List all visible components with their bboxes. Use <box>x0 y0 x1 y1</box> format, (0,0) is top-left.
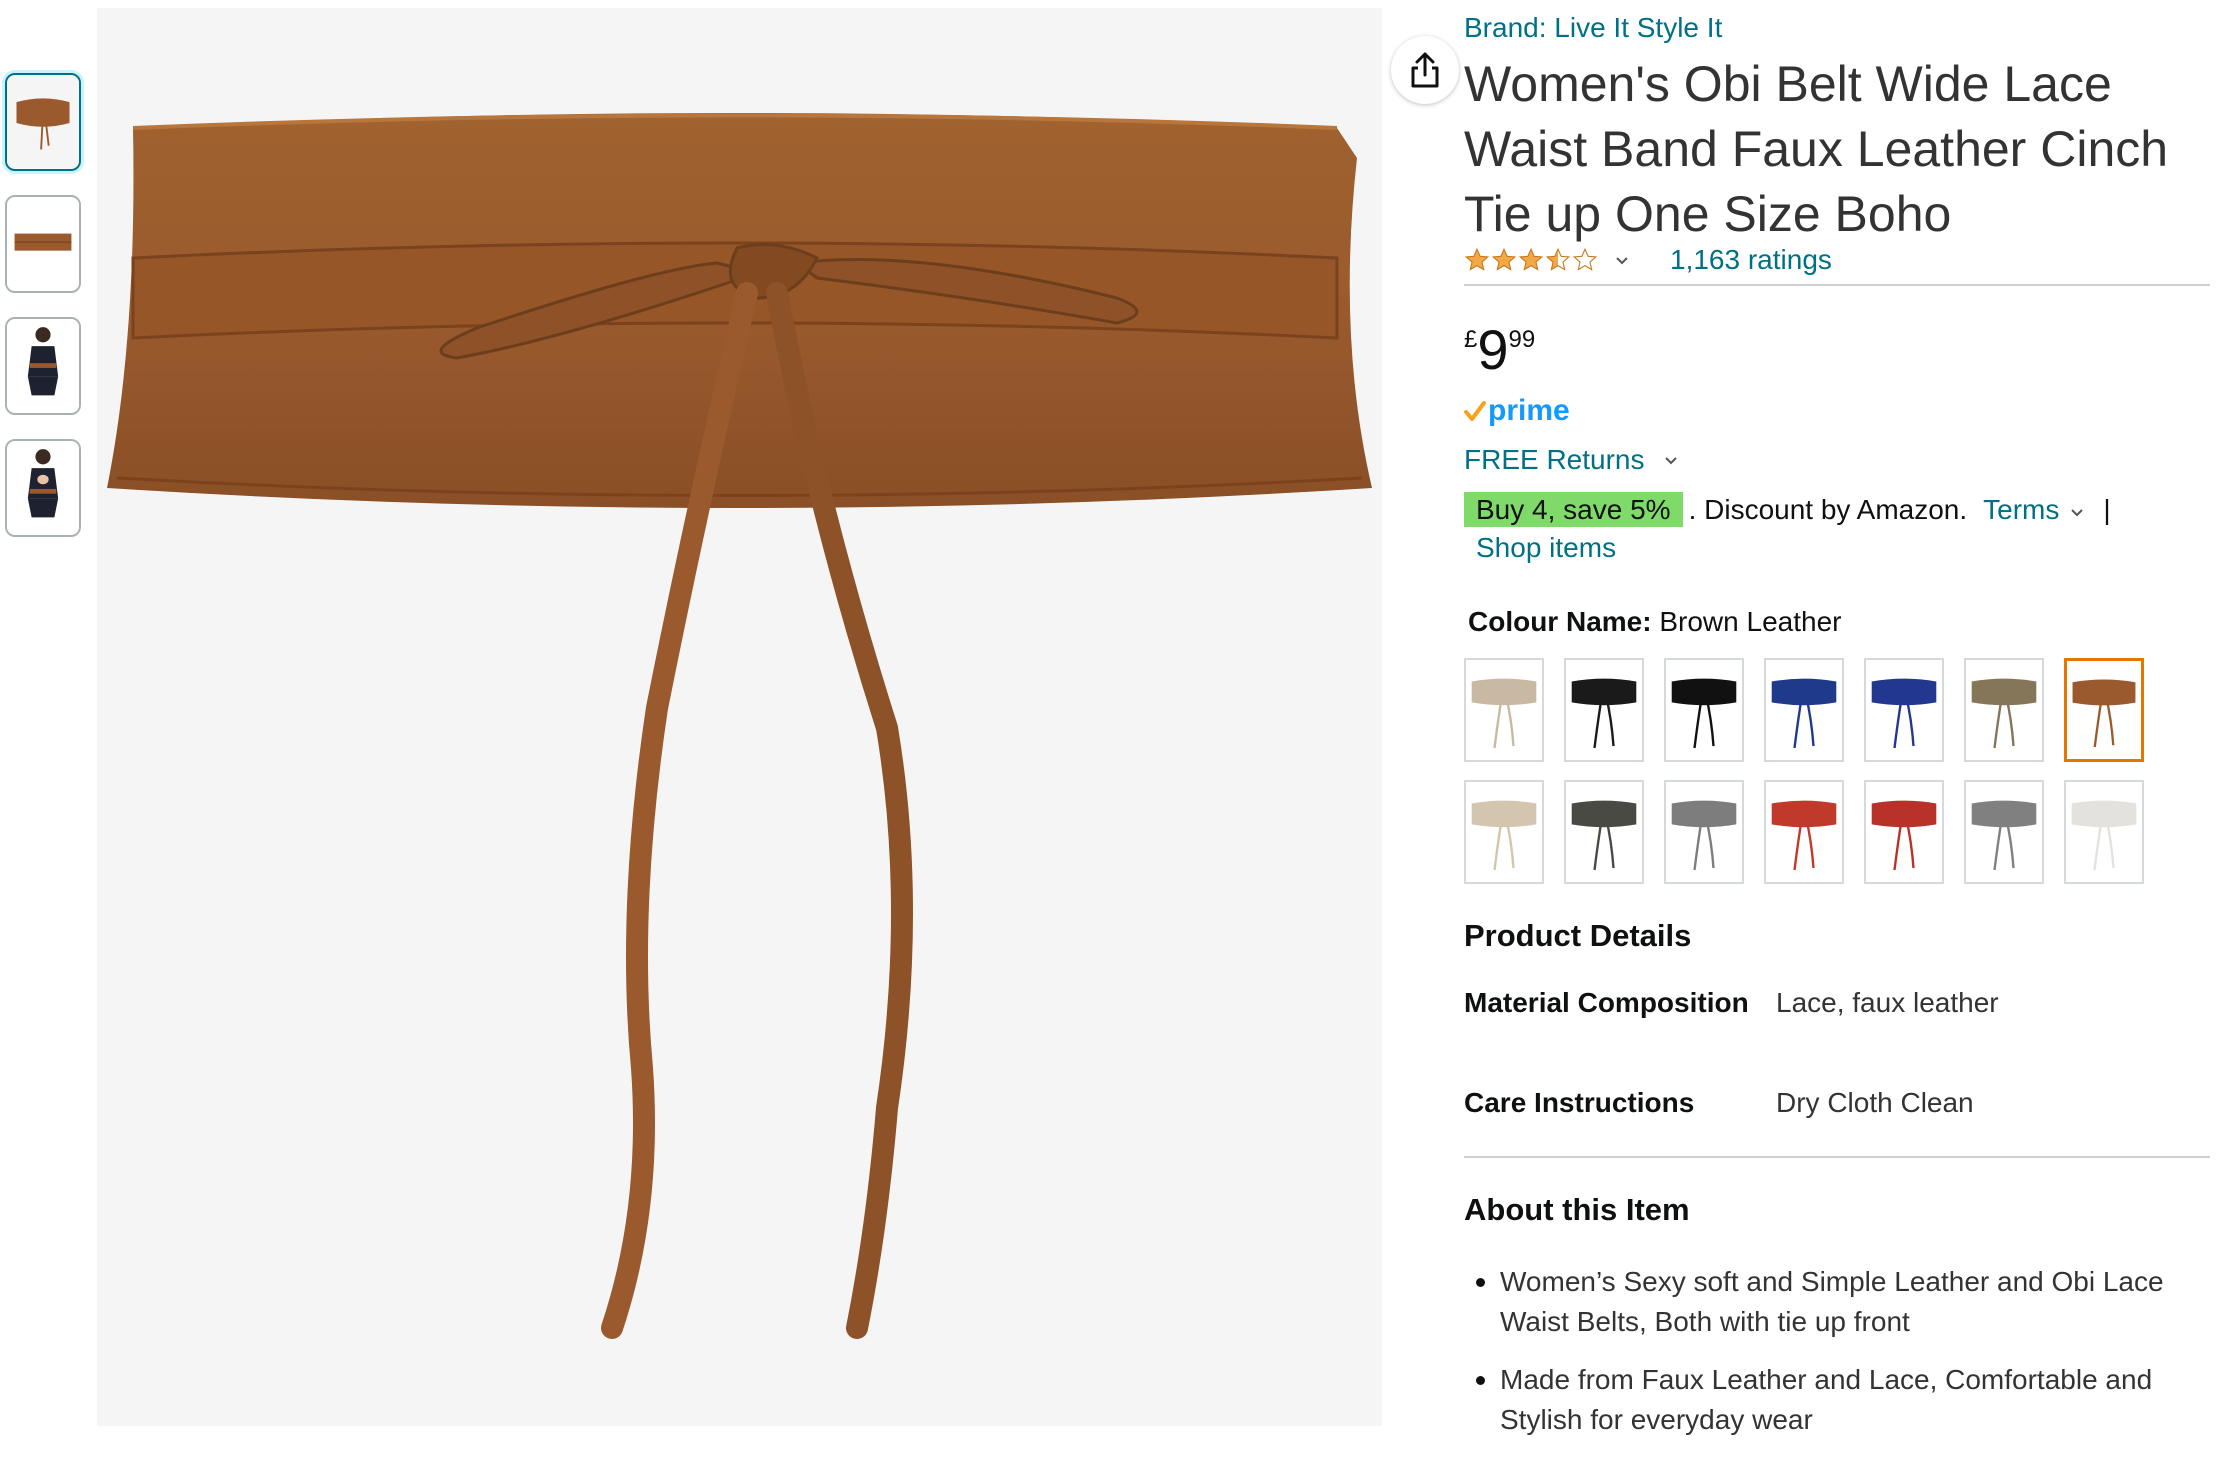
product-details-heading: Product Details <box>1464 918 1692 953</box>
about-bullets: Women’s Sexy soft and Simple Leather and… <box>1464 1262 2204 1458</box>
chevron-down-icon[interactable] <box>1614 252 1630 268</box>
divider <box>1464 1156 2210 1158</box>
prime-label: prime <box>1488 394 1570 427</box>
detail-value: Dry Cloth Clean <box>1776 1087 1974 1118</box>
swatch-belt-image <box>2067 661 2141 759</box>
swatch-belt-image <box>1766 660 1842 760</box>
chevron-down-icon <box>1664 457 1677 465</box>
chevron-down-icon[interactable] <box>2069 504 2085 520</box>
belt-photo <box>107 113 1372 1339</box>
rating-row: 1,163 ratings <box>1464 244 1832 276</box>
star-rating[interactable] <box>1464 247 1598 273</box>
star-half-icon <box>1545 247 1571 271</box>
swatch-belt-image <box>1466 782 1542 882</box>
main-product-image[interactable] <box>97 8 1459 1426</box>
price-fraction: 99 <box>1508 326 1536 353</box>
prime-badge: prime <box>1464 394 1570 428</box>
swatch-belt-image <box>1666 660 1742 760</box>
colour-swatch[interactable] <box>1964 658 2044 762</box>
star-empty-icon <box>1572 247 1598 271</box>
swatch-belt-image <box>2066 782 2142 882</box>
ratings-count-link[interactable]: 1,163 ratings <box>1670 244 1832 276</box>
swatch-belt-image <box>1566 782 1642 882</box>
prime-check-icon <box>1464 401 1486 421</box>
colour-swatch[interactable] <box>1564 780 1644 884</box>
swatch-belt-image <box>1566 660 1642 760</box>
share-button[interactable] <box>1391 36 1459 104</box>
thumbnail-belt-front[interactable] <box>5 73 81 171</box>
thumbnail-model-back[interactable] <box>5 439 81 537</box>
divider <box>1464 284 2210 286</box>
share-icon <box>1411 52 1439 88</box>
swatch-belt-image <box>1966 782 2042 882</box>
product-title: Women's Obi Belt Wide Lace Waist Band Fa… <box>1464 56 2169 242</box>
swatch-belt-image <box>1666 782 1742 882</box>
swatch-belt-image <box>1866 782 1942 882</box>
price-whole: 9 <box>1477 318 1509 381</box>
terms-link[interactable]: Terms <box>1983 494 2059 525</box>
star-full-icon <box>1464 247 1490 271</box>
swatch-belt-image <box>1966 660 2042 760</box>
colour-swatch[interactable] <box>1464 780 1544 884</box>
colour-name: Colour Name: Brown Leather <box>1468 606 1841 638</box>
colour-swatch[interactable] <box>2064 780 2144 884</box>
free-returns-link[interactable]: FREE Returns <box>1464 444 1679 476</box>
shop-items-link[interactable]: Shop items <box>1476 532 1616 564</box>
brand-link[interactable]: Brand: Live It Style It <box>1464 12 1722 44</box>
thumbnail-belt-back[interactable] <box>5 195 81 293</box>
detail-label: Care Instructions <box>1464 1087 1695 1118</box>
colour-label: Colour Name: <box>1468 606 1652 637</box>
colour-swatch[interactable] <box>1964 780 2044 884</box>
colour-value: Brown Leather <box>1659 606 1842 637</box>
star-full-icon <box>1491 247 1517 271</box>
colour-swatch[interactable] <box>1864 780 1944 884</box>
colour-swatch[interactable] <box>1864 658 1944 762</box>
colour-swatch[interactable] <box>1564 658 1644 762</box>
colour-swatch[interactable] <box>1764 658 1844 762</box>
colour-swatch[interactable] <box>1664 780 1744 884</box>
price-symbol: £ <box>1464 326 1478 353</box>
colour-swatch[interactable] <box>2064 658 2144 762</box>
star-full-icon <box>1518 247 1544 271</box>
promotion: Buy 4, save 5%. Discount by Amazon. Terms… <box>1464 490 2210 530</box>
detail-label: Material Composition <box>1464 987 1749 1018</box>
detail-value: Lace, faux leather <box>1776 987 1999 1018</box>
separator: | <box>2103 494 2111 525</box>
free-returns-label: FREE Returns <box>1464 444 1645 475</box>
colour-swatch[interactable] <box>1464 658 1544 762</box>
about-heading: About this Item <box>1464 1192 1690 1227</box>
bullet-item: Made from Faux Leather and Lace, Comfort… <box>1464 1360 2204 1440</box>
swatch-belt-image <box>1866 660 1942 760</box>
bullet-item: Women’s Sexy soft and Simple Leather and… <box>1464 1262 2204 1342</box>
swatch-belt-image <box>1766 782 1842 882</box>
thumbnail-model-front[interactable] <box>5 317 81 415</box>
colour-swatch[interactable] <box>1764 780 1844 884</box>
price: £999 <box>1464 320 1535 380</box>
swatch-belt-image <box>1466 660 1542 760</box>
colour-swatch[interactable] <box>1664 658 1744 762</box>
promo-badge: Buy 4, save 5% <box>1464 492 1683 527</box>
promo-text: . Discount by Amazon. <box>1688 494 1968 525</box>
